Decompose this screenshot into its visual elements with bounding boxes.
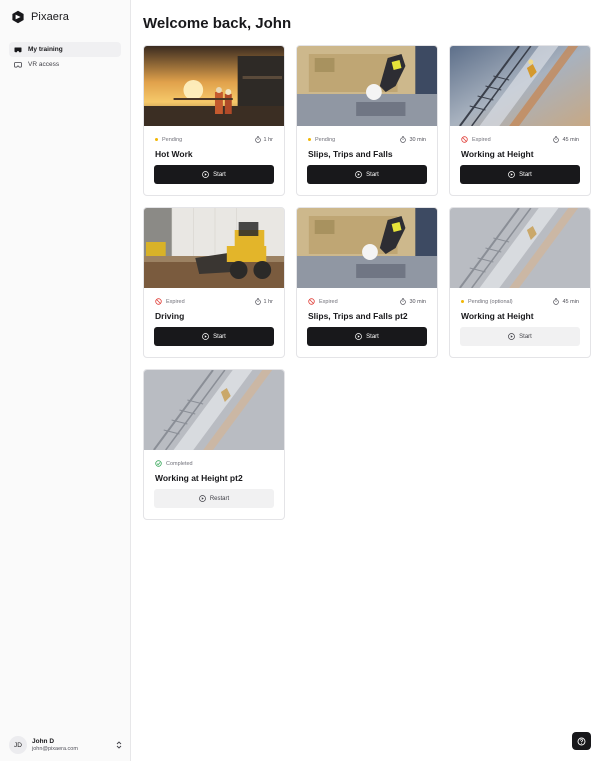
sidebar-item-vr-access[interactable]: VR access xyxy=(9,57,121,72)
start-button[interactable]: Start xyxy=(154,165,274,184)
training-thumbnail xyxy=(297,208,437,288)
training-card: Pending (optional) 45 min Working at Hei… xyxy=(449,207,591,358)
card-title: Working at Height xyxy=(461,149,534,159)
play-circle-icon xyxy=(355,171,363,178)
sidebar-item-label: VR access xyxy=(28,61,60,68)
card-title: Working at Height pt2 xyxy=(155,473,243,483)
brand[interactable]: Pixaera xyxy=(11,10,69,24)
sidebar-item-my-training[interactable]: My training xyxy=(9,42,121,57)
training-card: Pending 30 min Slips, Trips and Falls St… xyxy=(296,45,438,196)
play-circle-icon xyxy=(355,333,363,340)
card-title: Working at Height xyxy=(461,311,534,321)
duration: 1 hr xyxy=(254,136,273,143)
chevron-up-down-icon[interactable] xyxy=(115,741,123,749)
pending-dot-icon xyxy=(461,300,464,303)
user-email: john@pixaera.com xyxy=(32,745,78,752)
expired-icon xyxy=(461,136,468,143)
play-circle-icon xyxy=(508,171,516,178)
training-thumbnail xyxy=(144,208,284,288)
duration: 45 min xyxy=(553,298,579,305)
start-button[interactable]: Start xyxy=(460,165,580,184)
duration: 45 min xyxy=(553,136,579,143)
status-badge: Completed xyxy=(155,460,193,467)
training-card: Completed Working at Height pt2 Restart xyxy=(143,369,285,520)
status-badge: Expired xyxy=(155,298,185,305)
duration: 1 hr xyxy=(254,298,273,305)
start-button[interactable]: Start xyxy=(307,165,427,184)
help-button[interactable] xyxy=(572,732,591,750)
training-thumbnail xyxy=(144,370,284,450)
expired-icon xyxy=(155,298,162,305)
restart-button[interactable]: Restart xyxy=(154,489,274,508)
start-button[interactable]: Start xyxy=(307,327,427,346)
card-title: Hot Work xyxy=(155,149,193,159)
stopwatch-icon xyxy=(254,136,261,143)
pending-dot-icon xyxy=(155,138,158,141)
training-thumbnail xyxy=(450,208,590,288)
training-thumbnail xyxy=(144,46,284,126)
pixaera-logo-icon xyxy=(12,10,24,24)
card-title: Driving xyxy=(155,311,185,321)
headset-outline-icon xyxy=(14,61,22,67)
training-thumbnail xyxy=(450,46,590,126)
training-card: Expired 1 hr Driving Start xyxy=(143,207,285,358)
stopwatch-icon xyxy=(400,298,407,305)
card-title: Slips, Trips and Falls xyxy=(308,149,393,159)
help-icon xyxy=(577,737,586,745)
start-button[interactable]: Start xyxy=(460,327,580,346)
training-card: Expired 30 min Slips, Trips and Falls pt… xyxy=(296,207,438,358)
play-circle-icon xyxy=(202,333,210,340)
vr-headset-icon xyxy=(14,47,22,52)
stopwatch-icon xyxy=(400,136,407,143)
stopwatch-icon xyxy=(254,298,261,305)
status-badge: Pending xyxy=(308,137,335,143)
training-thumbnail xyxy=(297,46,437,126)
avatar: JD xyxy=(9,736,27,754)
training-card: Expired 45 min Working at Height Start xyxy=(449,45,591,196)
play-circle-icon xyxy=(202,171,210,178)
status-badge: Pending xyxy=(155,137,182,143)
check-circle-icon xyxy=(155,460,162,467)
play-circle-icon xyxy=(508,333,516,340)
play-circle-icon xyxy=(198,495,206,502)
start-button[interactable]: Start xyxy=(154,327,274,346)
stopwatch-icon xyxy=(553,136,560,143)
status-badge: Expired xyxy=(461,136,491,143)
status-badge: Expired xyxy=(308,298,338,305)
brand-name: Pixaera xyxy=(31,11,69,23)
card-title: Slips, Trips and Falls pt2 xyxy=(308,311,408,321)
sidebar-nav: My training VR access xyxy=(9,42,121,72)
duration: 30 min xyxy=(400,136,426,143)
sidebar-item-label: My training xyxy=(28,46,63,53)
user-name: John D xyxy=(32,738,55,746)
pending-dot-icon xyxy=(308,138,311,141)
stopwatch-icon xyxy=(553,298,560,305)
sidebar: Pixaera My training VR access JD John D … xyxy=(0,0,131,761)
duration: 30 min xyxy=(400,298,426,305)
training-card: Pending 1 hr Hot Work Start xyxy=(143,45,285,196)
expired-icon xyxy=(308,298,315,305)
page-title: Welcome back, John xyxy=(143,15,292,32)
user-menu[interactable]: JD John D john@pixaera.com xyxy=(9,736,123,754)
status-badge: Pending (optional) xyxy=(461,299,513,305)
